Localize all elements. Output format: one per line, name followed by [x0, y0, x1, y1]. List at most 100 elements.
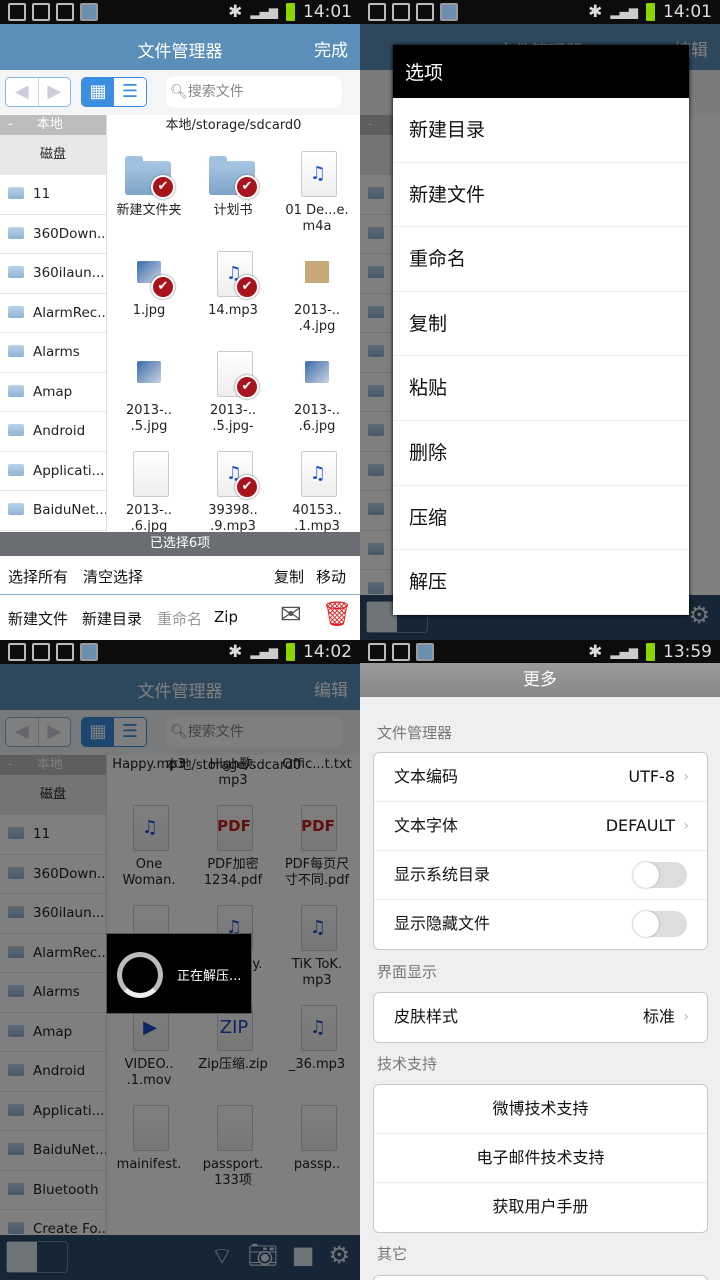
battery-icon: [646, 3, 655, 21]
folder-icon: [8, 187, 24, 199]
battery-icon: [646, 643, 655, 661]
app-title: 文件管理器: [137, 42, 223, 62]
file-name: 39398.. .9.mp3: [208, 503, 258, 532]
section-header: 界面显示: [377, 963, 438, 981]
mail-icon[interactable]: ✉: [280, 600, 302, 630]
font-row[interactable]: 文本字体 DEFAULT ›: [374, 802, 707, 851]
section-header: 其它: [377, 1245, 408, 1263]
new-file-button[interactable]: 新建文件: [8, 608, 68, 629]
file-item[interactable]: ♫ ✔ 39398.. .9.mp3: [191, 445, 275, 532]
folder-icon: [8, 226, 24, 239]
file-item[interactable]: ✔ 计划书: [191, 145, 275, 245]
options-dialog: 选项 新建目录 新建文件 重命名 复制 粘贴 删除 压缩 解压: [393, 45, 689, 615]
bluetooth-icon: ✱: [588, 642, 603, 662]
show-hidden-row: 显示隐藏文件: [374, 900, 707, 949]
file-name: 2013-.. .6.jpg: [293, 403, 341, 434]
sidebar-folder[interactable]: 360ilaun...: [0, 254, 106, 294]
file-item[interactable]: 2013-.. .6.jpg: [275, 345, 359, 445]
file-item[interactable]: 2013-.. .6.jpg: [107, 445, 191, 532]
show-system-toggle[interactable]: [633, 862, 687, 888]
select-all-button[interactable]: 选择所有: [8, 566, 68, 587]
disk-item[interactable]: 磁盘: [0, 135, 106, 175]
file-item[interactable]: ✔ 2013-.. .5.jpg-: [191, 345, 275, 445]
clock: 14:01: [303, 2, 352, 22]
option-item[interactable]: 粘贴: [393, 356, 689, 421]
local-section-header[interactable]: -本地: [0, 115, 106, 135]
folder-icon: [8, 345, 24, 357]
sidebar-folder[interactable]: Applicati...: [0, 452, 106, 491]
audio-icon: ♫: [293, 151, 341, 201]
file-name: 01 De...e. m4a: [285, 203, 349, 234]
folder-icon: [8, 305, 24, 318]
file-item[interactable]: ♫ 01 De...e. m4a: [275, 145, 359, 245]
audio-icon: ♫: [293, 451, 341, 501]
folder-icon: [8, 424, 24, 436]
option-item[interactable]: 新建目录: [393, 98, 689, 163]
sidebar-folder[interactable]: 360Down...: [0, 215, 106, 254]
file-name: 2013-.. .5.jpg: [125, 403, 173, 434]
grid-view-button[interactable]: ▦: [82, 78, 114, 106]
settings-title: 更多: [360, 663, 720, 697]
list-view-button[interactable]: ☰: [114, 78, 146, 106]
check-badge-icon: ✔: [235, 275, 259, 299]
option-item[interactable]: 压缩: [393, 486, 689, 551]
sidebar-folder[interactable]: Android: [0, 412, 106, 452]
image-icon: [293, 351, 341, 401]
settings-screen: ✱ ▂▄▆ 13:59 更多 文件管理器 文本编码 UTF-8 › 文本字体 DEFAUL…: [360, 640, 720, 1280]
check-badge-icon: ✔: [235, 475, 259, 499]
file-name: 1.jpg: [132, 303, 166, 318]
option-item[interactable]: 复制: [393, 292, 689, 357]
zip-button[interactable]: Zip: [214, 608, 238, 626]
file-item[interactable]: 2013-.. .5.jpg: [107, 345, 191, 445]
file-item[interactable]: ♫ ✔ 14.mp3: [191, 245, 275, 345]
search-input[interactable]: 🔍︎搜索文件: [166, 76, 342, 108]
trash-icon[interactable]: 🗑︎: [322, 600, 352, 628]
status-bar: ✱ ▂▄▆ 13:59: [360, 640, 720, 664]
forward-button[interactable]: ▶: [37, 78, 71, 106]
file-item[interactable]: 2013-.. .4.jpg: [275, 245, 359, 345]
file-item[interactable]: ♫ 40153.. .1.mp3: [275, 445, 359, 532]
copy-button[interactable]: 复制: [274, 566, 304, 587]
show-system-row: 显示系统目录: [374, 851, 707, 900]
file-name: 2013-.. .6.jpg: [125, 503, 173, 532]
new-dir-button[interactable]: 新建目录: [82, 608, 142, 629]
user-manual-button[interactable]: 获取用户手册: [374, 1183, 707, 1232]
search-icon: 🔍︎: [170, 84, 188, 100]
move-button[interactable]: 移动: [316, 566, 346, 587]
extracting-screen: ✱▂▄▆14:02 文件管理器编辑 ◀▶ ▦☰ 🔍︎搜索文件 -本地磁盘1136…: [0, 640, 360, 1280]
bluetooth-icon: ✱: [228, 642, 243, 662]
audio-icon: ♫ ✔: [209, 251, 259, 301]
bluetooth-icon: ✱: [228, 2, 243, 22]
option-item[interactable]: 删除: [393, 421, 689, 486]
sidebar-folder[interactable]: Amap: [0, 373, 106, 412]
clear-selection-button[interactable]: 清空选择: [83, 566, 143, 587]
encoding-row[interactable]: 文本编码 UTF-8 ›: [374, 753, 707, 802]
folder-icon: [8, 266, 24, 278]
folder-icon: ✔: [125, 151, 175, 201]
file-name: 14.mp3: [208, 303, 258, 318]
sidebar-folder[interactable]: BaiduNet...: [0, 491, 106, 531]
show-hidden-toggle[interactable]: [633, 911, 687, 937]
option-item[interactable]: 解压: [393, 550, 689, 615]
file-item[interactable]: ✔ 1.jpg: [107, 245, 191, 345]
weibo-support-button[interactable]: 微博技术支持: [374, 1085, 707, 1134]
back-button[interactable]: ◀: [6, 78, 38, 106]
progress-dialog: 正在解压...: [106, 933, 252, 1014]
image-icon: [125, 351, 173, 401]
sidebar-folder[interactable]: 11: [0, 175, 106, 215]
skin-row[interactable]: 皮肤样式 标准 ›: [374, 993, 707, 1042]
file-name: 40153.. .1.mp3: [292, 503, 342, 532]
options-dialog-screen: ✱▂▄▆14:01 文件管理器编辑 -11360Down...360ilaun.…: [360, 0, 720, 640]
file-item[interactable]: ✔ 新建文件夹: [107, 145, 191, 245]
sidebar-folder[interactable]: Alarms: [0, 333, 106, 373]
email-support-button[interactable]: 电子邮件技术支持: [374, 1134, 707, 1183]
doc-icon: [125, 451, 173, 501]
done-button[interactable]: 完成: [314, 36, 348, 61]
option-item[interactable]: 重命名: [393, 227, 689, 292]
folder-icon: ✔: [209, 151, 259, 201]
option-item[interactable]: 新建文件: [393, 163, 689, 228]
section-header: 技术支持: [377, 1055, 438, 1073]
rename-button[interactable]: 重命名: [157, 608, 202, 629]
sidebar-folder[interactable]: AlarmRec...: [0, 294, 106, 333]
signal-icon: ▂▄▆: [250, 5, 278, 19]
